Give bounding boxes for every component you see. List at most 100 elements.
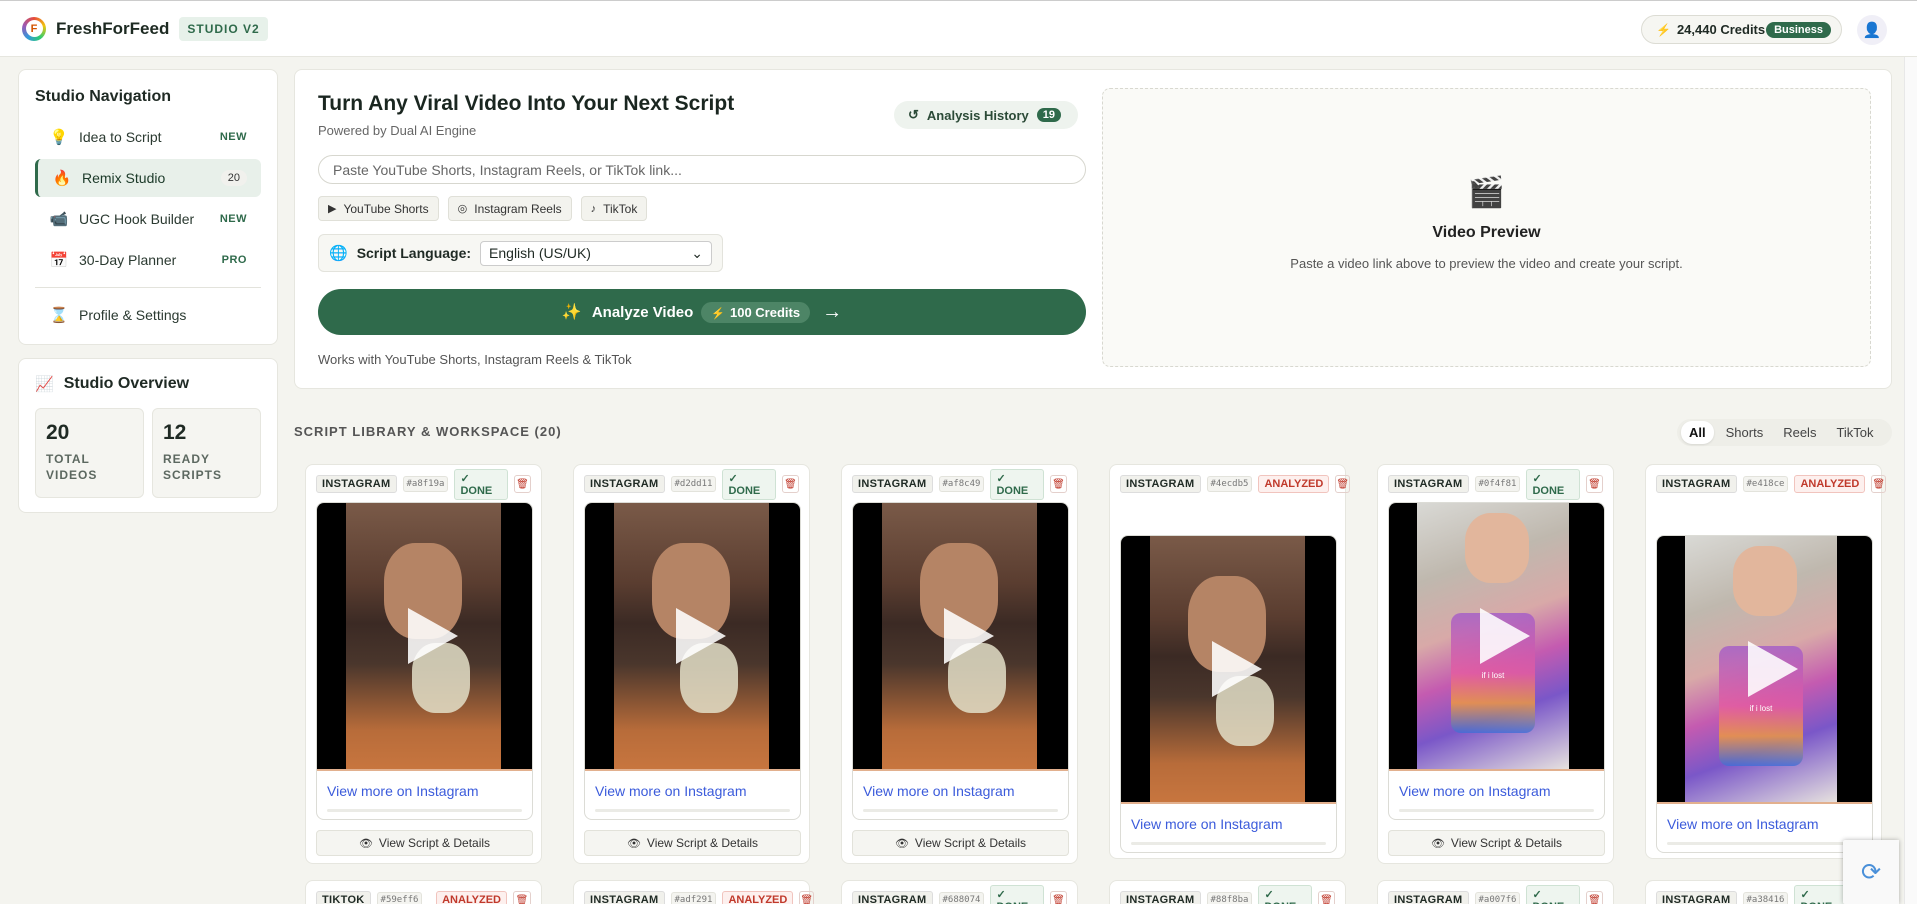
nav-item-idea-to-script[interactable]: 💡 Idea to Script NEW [35, 118, 261, 156]
trash-icon[interactable]: 🗑 [1049, 891, 1067, 904]
video-id: #af8c49 [938, 476, 985, 492]
video-thumbnail[interactable] [317, 503, 532, 771]
brand-logo-icon[interactable]: F [22, 16, 46, 41]
play-icon[interactable] [675, 608, 726, 664]
play-icon[interactable] [407, 608, 458, 664]
eye-icon: 👁 [1430, 837, 1445, 850]
view-on-instagram-link[interactable]: View more on Instagram [1131, 816, 1282, 832]
video-thumbnail[interactable] [1121, 536, 1336, 804]
nav-item-30-day-planner[interactable]: 📅 30-Day Planner PRO [35, 241, 261, 279]
instagram-embed[interactable]: View more on Instagram [316, 502, 533, 820]
video-id: #4ecdb5 [1206, 476, 1253, 492]
video-id: #88f8ba [1206, 892, 1253, 904]
lightning-icon: ⚡ [1656, 22, 1671, 37]
status-badge: ✓ DONE [1526, 884, 1580, 904]
video-thumbnail[interactable] [585, 503, 800, 771]
play-icon[interactable] [943, 608, 994, 664]
version-badge: STUDIO V2 [179, 16, 268, 41]
view-script-details-button[interactable]: 👁 View Script & Details [316, 830, 533, 856]
language-dropdown[interactable]: English (US/UK) ⌄ [480, 240, 712, 266]
video-id: #e418ce [1742, 476, 1789, 492]
play-icon[interactable] [1211, 641, 1262, 697]
analyze-video-button[interactable]: ✨ Analyze Video ⚡ 100 Credits → [318, 289, 1086, 335]
nav-item-label: Profile & Settings [79, 307, 187, 323]
video-id: #a8f19a [402, 476, 449, 492]
stat-value: 12 [163, 421, 187, 444]
video-card: INSTAGRAM #88f8ba ✓ DONE 🗑 [1109, 880, 1346, 904]
trash-icon[interactable]: 🗑 [513, 475, 531, 493]
button-label: View Script & Details [646, 836, 759, 850]
chip-youtube-shorts[interactable]: ▶ YouTube Shorts [318, 196, 439, 221]
filter-reels[interactable]: Reels [1775, 421, 1824, 444]
filter-all[interactable]: All [1681, 421, 1714, 444]
filter-tiktok[interactable]: TikTok [1828, 421, 1881, 444]
nav-item-ugc-hook-builder[interactable]: 📹 UGC Hook Builder NEW [35, 200, 261, 238]
user-avatar-button[interactable]: 👤 [1857, 15, 1887, 45]
platform-badge: INSTAGRAM [1656, 891, 1737, 904]
chip-label: YouTube Shorts [343, 201, 429, 216]
trash-icon[interactable]: 🗑 [1317, 891, 1335, 904]
brand-name[interactable]: FreshForFeed [56, 19, 169, 39]
video-card: INSTAGRAM #af8c49 ✓ DONE 🗑 View more on Inst… [841, 464, 1078, 864]
pro-tag: PRO [221, 254, 247, 266]
overview-title-text: Studio Overview [63, 375, 190, 392]
scrollbar[interactable] [1904, 57, 1917, 904]
video-thumbnail[interactable]: if i lost [1657, 536, 1872, 804]
view-on-instagram-link[interactable]: View more on Instagram [595, 783, 746, 799]
video-id: #0f4f81 [1474, 476, 1521, 492]
video-card: INSTAGRAM #4ecdb5 ANALYZED 🗑 View more on In… [1109, 464, 1351, 859]
view-script-details-button[interactable]: 👁 View Script & Details [852, 830, 1069, 856]
count-badge: 20 [220, 170, 247, 186]
trash-icon[interactable]: 🗑 [513, 891, 531, 904]
trash-icon[interactable]: 🗑 [799, 891, 815, 904]
view-on-instagram-link[interactable]: View more on Instagram [327, 783, 478, 799]
view-script-details-button[interactable]: 👁 View Script & Details [584, 830, 801, 856]
platform-badge: INSTAGRAM [852, 475, 933, 493]
instagram-embed[interactable]: if i lost View more on Instagram [1388, 502, 1605, 820]
instagram-embed[interactable]: View more on Instagram [1120, 535, 1337, 853]
stat-ready-scripts: 12 READY SCRIPTS [152, 408, 261, 498]
instagram-embed[interactable]: View more on Instagram [852, 502, 1069, 820]
trash-icon[interactable]: 🗑 [1585, 475, 1603, 493]
filter-shorts[interactable]: Shorts [1718, 421, 1772, 444]
trash-icon[interactable]: 🗑 [1335, 475, 1351, 493]
card-header: INSTAGRAM #adf291 ANALYZED 🗑 [584, 891, 815, 904]
person-shape [1733, 546, 1797, 616]
view-on-instagram-link[interactable]: View more on Instagram [1399, 783, 1550, 799]
video-card: INSTAGRAM #0f4f81 ✓ DONE 🗑 if i lost View mor… [1377, 464, 1614, 864]
nav-item-remix-studio[interactable]: 🔥 Remix Studio 20 [35, 159, 261, 197]
chip-instagram-reels[interactable]: ◎ Instagram Reels [447, 196, 572, 221]
brand-logo-letter: F [25, 20, 43, 37]
video-link-input[interactable] [318, 155, 1086, 184]
view-on-instagram-link[interactable]: View more on Instagram [1667, 816, 1818, 832]
analysis-history-button[interactable]: ↺ Analysis History 19 [894, 101, 1078, 129]
trash-icon[interactable]: 🗑 [1585, 891, 1603, 904]
trash-icon[interactable]: 🗑 [1049, 475, 1067, 493]
credits-balance[interactable]: ⚡ 24,440 Credits Business [1641, 15, 1842, 44]
video-id: #a007f6 [1474, 892, 1521, 904]
instagram-embed[interactable]: if i lost View more on Instagram [1656, 535, 1873, 853]
instagram-embed[interactable]: View more on Instagram [584, 502, 801, 820]
video-thumbnail[interactable] [853, 503, 1068, 771]
recaptcha-badge[interactable]: ⟳ [1843, 840, 1899, 904]
nav-item-profile-settings[interactable]: ⌛ Profile & Settings [35, 296, 261, 334]
lightbulb-icon: 💡 [49, 129, 69, 146]
language-value: English (US/UK) [489, 245, 591, 261]
clapperboard-icon: 🎬 [1467, 176, 1506, 209]
play-icon[interactable] [1747, 641, 1798, 697]
status-badge: ANALYZED [722, 891, 794, 904]
view-script-details-button[interactable]: 👁 View Script & Details [1388, 830, 1605, 856]
card-header: INSTAGRAM #4ecdb5 ANALYZED 🗑 [1120, 475, 1351, 493]
trash-icon[interactable]: 🗑 [1871, 475, 1887, 493]
video-card: INSTAGRAM #a007f6 ✓ DONE 🗑 [1377, 880, 1614, 904]
card-header: TIKTOK #59eff6 ANALYZED 🗑 [316, 891, 531, 904]
trash-icon[interactable]: 🗑 [781, 475, 799, 493]
status-badge: ANALYZED [1258, 475, 1330, 493]
credits-text: 24,440 Credits [1676, 22, 1766, 37]
chip-tiktok[interactable]: ♪ TikTok [580, 196, 648, 221]
video-thumbnail[interactable]: if i lost [1389, 503, 1604, 771]
stats-row: 20 TOTAL VIDEOS 12 READY SCRIPTS [35, 408, 261, 498]
eye-icon: 👁 [358, 837, 373, 850]
view-on-instagram-link[interactable]: View more on Instagram [863, 783, 1014, 799]
play-icon[interactable] [1479, 608, 1530, 664]
